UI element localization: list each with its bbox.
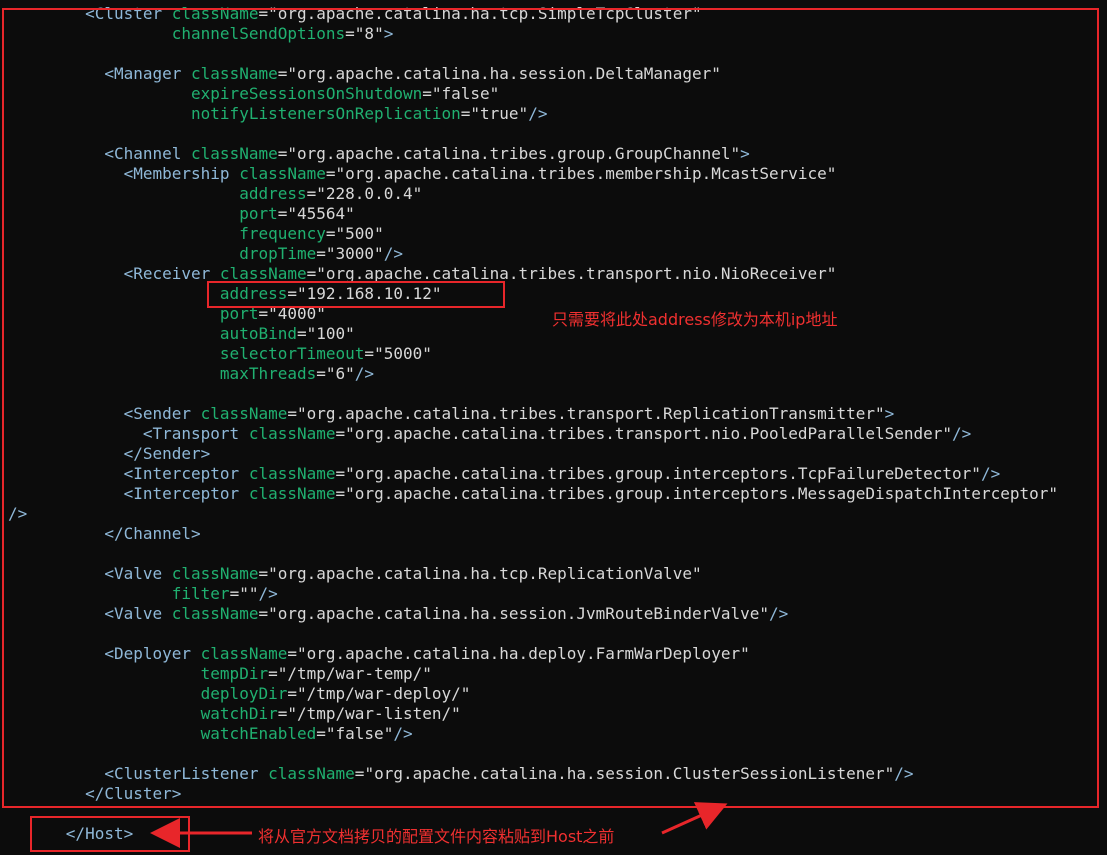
arrow-to-cluster-box xyxy=(661,802,728,835)
annotation-arrows xyxy=(150,802,728,848)
